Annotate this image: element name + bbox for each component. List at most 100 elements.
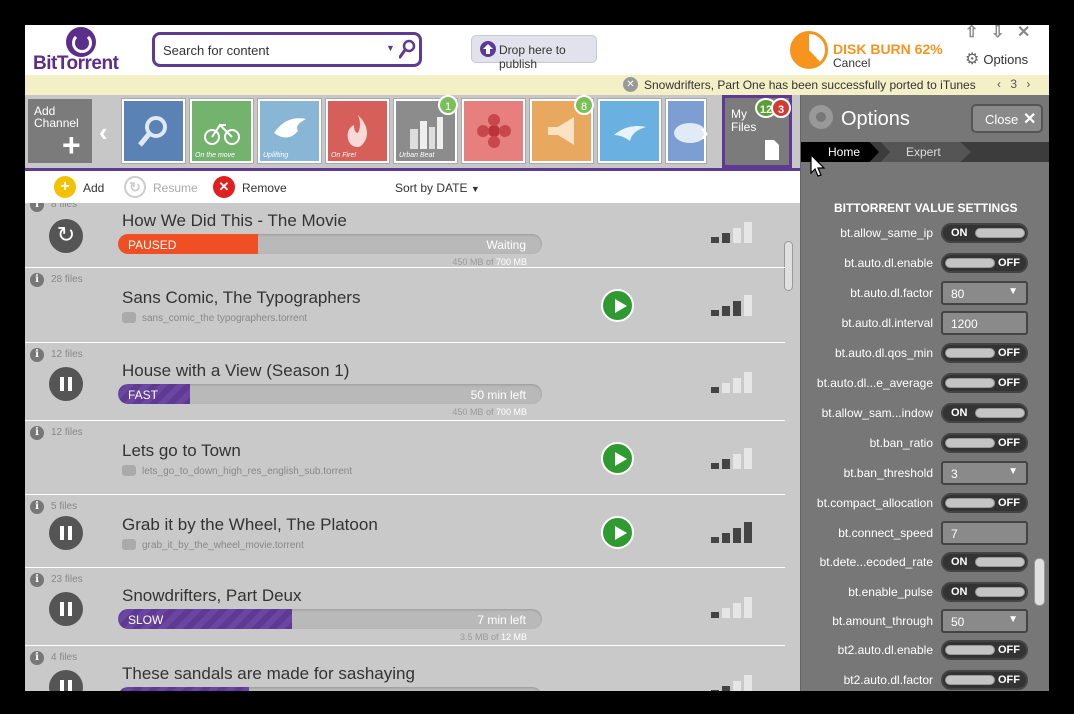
- pause-torrent-button[interactable]: [49, 592, 83, 626]
- search-icon[interactable]: [399, 39, 416, 59]
- channels-next-icon[interactable]: ›: [700, 117, 709, 148]
- pause-torrent-button[interactable]: [49, 367, 83, 401]
- search-input[interactable]: [163, 40, 373, 60]
- setting-toggle[interactable]: OFF: [941, 493, 1028, 513]
- megaphone-icon: [548, 117, 574, 145]
- setting-toggle[interactable]: OFF: [941, 253, 1028, 273]
- torrent-row[interactable]: i 23 files Snowdrifters, Part Deux SLOW 7 mi…: [25, 568, 785, 646]
- add-channel-button[interactable]: Add Channel +: [28, 99, 92, 163]
- setting-row: bt.compact_allocation OFF: [801, 493, 1041, 515]
- torrent-row[interactable]: i 4 files These sandals are made for sasha…: [25, 646, 785, 691]
- resume-torrent-button[interactable]: ↻: [49, 219, 83, 253]
- channel-tile-on-the-move[interactable]: On the move: [190, 99, 253, 163]
- channel-tile[interactable]: [122, 99, 185, 163]
- toggle-knob: [975, 408, 1025, 418]
- channel-tile[interactable]: [462, 99, 525, 163]
- info-icon[interactable]: i: [30, 203, 44, 212]
- setting-toggle[interactable]: OFF: [941, 669, 1028, 690]
- channel-caption: Urban Beat: [399, 152, 435, 159]
- setting-select[interactable]: 3 ▼: [941, 461, 1028, 485]
- close-window-icon[interactable]: ✕: [1017, 25, 1030, 42]
- progress-status: SLOW: [128, 613, 164, 627]
- options-button[interactable]: ⚙ Options: [965, 49, 1028, 69]
- channels-prev-icon[interactable]: ‹: [99, 117, 108, 148]
- setting-select[interactable]: 80 ▼: [941, 281, 1028, 305]
- play-button[interactable]: [601, 442, 634, 475]
- torrent-row[interactable]: i 12 files House with a View (Season 1) FAS…: [25, 343, 785, 421]
- sort-dropdown[interactable]: Sort by DATE ▼: [395, 181, 480, 195]
- resume-button[interactable]: ↻ Resume: [124, 175, 204, 199]
- gear-icon: ⚙: [965, 51, 980, 68]
- setting-row: bt.auto.dl...e_average OFF: [801, 373, 1041, 395]
- search-dropdown-icon[interactable]: ▼: [386, 43, 395, 53]
- info-icon[interactable]: i: [30, 348, 44, 362]
- setting-toggle[interactable]: ON: [941, 223, 1028, 243]
- folder-icon: [122, 312, 136, 323]
- publish-drop-zone[interactable]: Drop here to publish: [471, 35, 597, 71]
- setting-toggle[interactable]: ON: [941, 552, 1028, 573]
- bittorrent-logo[interactable]: BitTorrent: [33, 27, 133, 74]
- torrent-row[interactable]: i 28 files Sans Comic, The Typographers san…: [25, 268, 785, 343]
- torrent-row[interactable]: i 12 files Lets go to Town lets_go_to_down_…: [25, 421, 785, 495]
- toggle-knob: [945, 378, 995, 388]
- next-notification-icon[interactable]: ›: [1026, 77, 1030, 91]
- plus-icon: +: [62, 127, 81, 163]
- header: BitTorrent ▼ Drop here to publish DISK B…: [25, 25, 1049, 75]
- close-options-button[interactable]: Close ✕: [971, 104, 1043, 133]
- disk-burn-cancel-link[interactable]: Cancel: [833, 56, 870, 70]
- file-count: 12 files: [51, 427, 83, 438]
- setting-toggle[interactable]: OFF: [941, 373, 1028, 393]
- pause-torrent-button[interactable]: [49, 516, 83, 550]
- dismiss-notification-icon[interactable]: ✕: [623, 77, 638, 92]
- options-scrollbar[interactable]: [1034, 558, 1045, 606]
- info-icon[interactable]: i: [30, 426, 44, 440]
- setting-toggle[interactable]: OFF: [941, 640, 1028, 661]
- setting-select[interactable]: 50 ▼: [941, 608, 1028, 633]
- prev-notification-icon[interactable]: ‹: [997, 77, 1001, 91]
- select-value: 80: [951, 287, 965, 301]
- add-button[interactable]: + Add: [54, 175, 114, 199]
- setting-text-field[interactable]: 7: [941, 521, 1028, 545]
- tab-home-label: Home: [828, 145, 861, 159]
- info-icon[interactable]: i: [30, 573, 44, 587]
- list-scrollbar[interactable]: [784, 241, 793, 291]
- info-icon[interactable]: i: [30, 500, 44, 514]
- setting-toggle[interactable]: ON: [941, 581, 1028, 602]
- torrent-toolbar: + Add ↻ Resume ✕ Remove Sort by DATE ▼: [25, 171, 800, 203]
- torrent-row[interactable]: i 8 files How We Did This - The Movie ↻ PAUS…: [25, 203, 785, 268]
- channel-tile-on-fire[interactable]: On Fire!: [326, 99, 389, 163]
- options-panel: Options Close ✕ Home Expert BITTORRENT V…: [800, 95, 1049, 691]
- progress-status: PAUSED: [128, 238, 177, 252]
- info-icon[interactable]: i: [30, 651, 44, 665]
- setting-text-field[interactable]: 1200: [941, 311, 1028, 335]
- dove-icon: [274, 118, 306, 138]
- setting-row: bt.auto.dl.interval 1200: [801, 311, 1041, 335]
- channel-tile[interactable]: [598, 99, 661, 163]
- remove-x-icon: ✕: [213, 176, 235, 198]
- setting-toggle[interactable]: OFF: [941, 433, 1028, 453]
- channel-tile-uplifting[interactable]: Uplifting: [258, 99, 321, 163]
- toggle-value: OFF: [998, 437, 1020, 449]
- folder-icon: [122, 465, 136, 476]
- progress-bar: PAUSED Waiting: [118, 234, 542, 254]
- play-button[interactable]: [601, 516, 634, 549]
- progress-time: Waiting: [486, 238, 526, 252]
- setting-toggle[interactable]: OFF: [941, 343, 1028, 363]
- play-button[interactable]: [601, 289, 634, 322]
- pause-torrent-button[interactable]: [49, 670, 83, 691]
- downloaded-size: 3.5 MB of: [459, 632, 499, 642]
- tab-expert[interactable]: Expert: [881, 142, 971, 162]
- remove-button[interactable]: ✕ Remove: [213, 175, 293, 199]
- chevron-down-icon: ▼: [1008, 613, 1018, 625]
- file-count: 4 files: [51, 652, 78, 663]
- setting-toggle[interactable]: ON: [941, 403, 1028, 423]
- download-arrow-icon[interactable]: ⇩: [991, 25, 1004, 42]
- toggle-knob: [945, 645, 995, 656]
- toggle-knob: [945, 674, 995, 685]
- info-icon[interactable]: i: [30, 273, 44, 287]
- minimize-up-icon[interactable]: ⇧: [965, 25, 978, 42]
- torrent-row[interactable]: i 5 files Grab it by the Wheel, The Platoo…: [25, 495, 785, 568]
- my-files-button[interactable]: My Files 12 3: [722, 95, 792, 168]
- toggle-value: ON: [951, 227, 968, 239]
- size-label: 3.5 MB of 12 MB: [460, 632, 527, 642]
